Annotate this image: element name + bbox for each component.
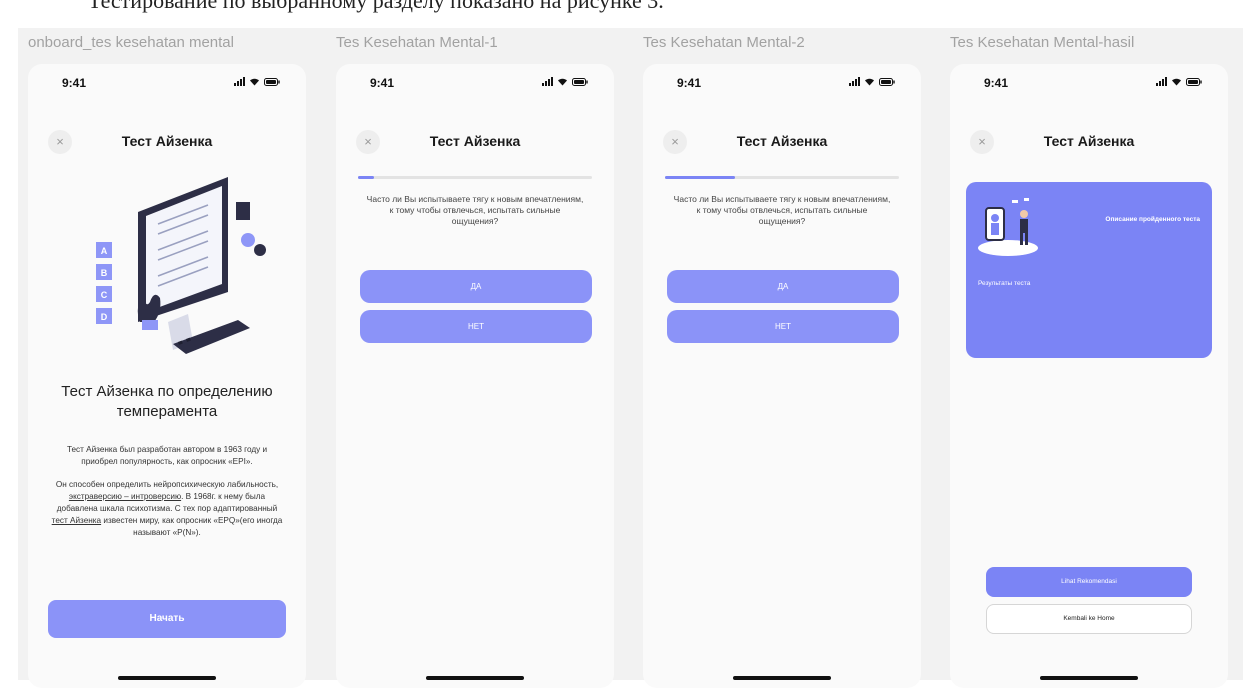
app-header: × Тест Айзенка [950,130,1228,160]
quiz-progress-bar [358,176,592,182]
status-bar: 9:41 [28,64,306,104]
page-title: Тест Айзенка [429,133,521,149]
signal-icon [849,77,860,86]
frame-result: Tes Kesehatan Mental-hasil 9:41 × Тест А… [950,34,1228,688]
status-bar: 9:41 [950,64,1228,104]
back-home-button[interactable]: Kembali ke Home [986,604,1192,634]
home-indicator [1040,676,1138,680]
frame-label: Tes Kesehatan Mental-1 [336,34,498,51]
start-button[interactable]: Начать [48,600,286,638]
answer-yes-button[interactable]: ДА [667,270,899,303]
result-card: Описание пройденного теста Результаты те… [966,182,1212,358]
status-time: 9:41 [677,76,702,90]
status-time: 9:41 [62,76,87,90]
page-title: Тест Айзенка [736,133,828,149]
wifi-icon [864,77,875,86]
status-time: 9:41 [370,76,395,90]
signal-icon [234,77,245,86]
extraversion-link[interactable]: экстраверсию – интроверсию [69,492,181,501]
view-recommendations-button[interactable]: Lihat Rekomendasi [986,567,1192,597]
card-letter-c: C [101,290,108,300]
home-indicator [733,676,831,680]
onboard-heading: Тест Айзенка по определению темперамента [61,383,273,420]
battery-icon [1186,77,1202,86]
frame-label: Tes Kesehatan Mental-2 [643,34,805,51]
description-paragraph-1: Тест Айзенка был разработан автором в 19… [66,445,268,466]
app-header: × Тест Айзенка [643,130,921,160]
card-letter-d: D [101,312,108,322]
status-icons [849,77,895,86]
description-text: известен миру, как опросник «EPQ»(его ин… [101,516,283,537]
page-title: Тест Айзенка [121,133,213,149]
description-paragraph-2: Он способен определить нейропсихическую … [48,479,286,539]
page-title: Тест Айзенка [1043,133,1135,149]
description-text: Он способен определить нейропсихическую … [55,480,279,489]
phone-screen: 9:41 × Тест Айзенка [28,64,306,688]
results-label: Результаты теста [978,280,1031,287]
home-indicator [426,676,524,680]
battery-icon [264,77,280,86]
frame-onboard: onboard_tes kesehatan mental 9:41 × Тест… [28,34,306,688]
frame-label: onboard_tes kesehatan mental [28,34,234,51]
result-illustration [978,198,1038,256]
frame-quiz-2: Tes Kesehatan Mental-2 9:41 × Тест Айзен… [643,34,921,688]
design-board: onboard_tes kesehatan mental 9:41 × Тест… [18,28,1243,688]
progress-track [358,176,592,179]
document-caption: Тестирование по выбранному разделу показ… [88,0,664,13]
wifi-icon [249,77,260,86]
phone-screen: 9:41 × Тест Айзенка [950,64,1228,688]
frame-quiz-1: Tes Kesehatan Mental-1 9:41 × Тест Айзен… [336,34,614,688]
app-header: × Тест Айзенка [28,130,306,160]
progress-fill [358,176,375,179]
onboard-description: Тест Айзенка был разработан автором в 19… [48,444,286,550]
answer-yes-button[interactable]: ДА [360,270,592,303]
battery-icon [572,77,588,86]
computer-test-illustration: A B C D [96,177,266,354]
progress-fill [665,176,736,179]
result-description: Описание пройденного теста [1105,216,1200,223]
signal-icon [1156,77,1167,86]
eysenck-test-link[interactable]: тест Айзенка [52,516,101,525]
status-bar: 9:41 [336,64,614,104]
quiz-progress-bar [665,176,899,182]
battery-icon [879,77,895,86]
card-letter-a: A [101,246,108,256]
status-icons [234,77,280,86]
question-text: Часто ли Вы испытываете тягу к новым впе… [366,194,584,226]
status-bar: 9:41 [643,64,921,104]
status-icons [1156,77,1202,86]
signal-icon [542,77,553,86]
home-indicator [118,676,216,680]
answer-no-button[interactable]: НЕТ [360,310,592,343]
phone-screen: 9:41 × Тест Айзенка Часто ли Вы испытыва… [336,64,614,688]
question-text: Часто ли Вы испытываете тягу к новым впе… [673,194,891,226]
status-time: 9:41 [984,76,1009,90]
frame-label: Tes Kesehatan Mental-hasil [950,34,1135,51]
wifi-icon [1171,77,1182,86]
wifi-icon [557,77,568,86]
status-icons [542,77,588,86]
card-letter-b: B [101,268,108,278]
app-header: × Тест Айзенка [336,130,614,160]
answer-no-button[interactable]: НЕТ [667,310,899,343]
phone-screen: 9:41 × Тест Айзенка Часто ли Вы испытыва… [643,64,921,688]
